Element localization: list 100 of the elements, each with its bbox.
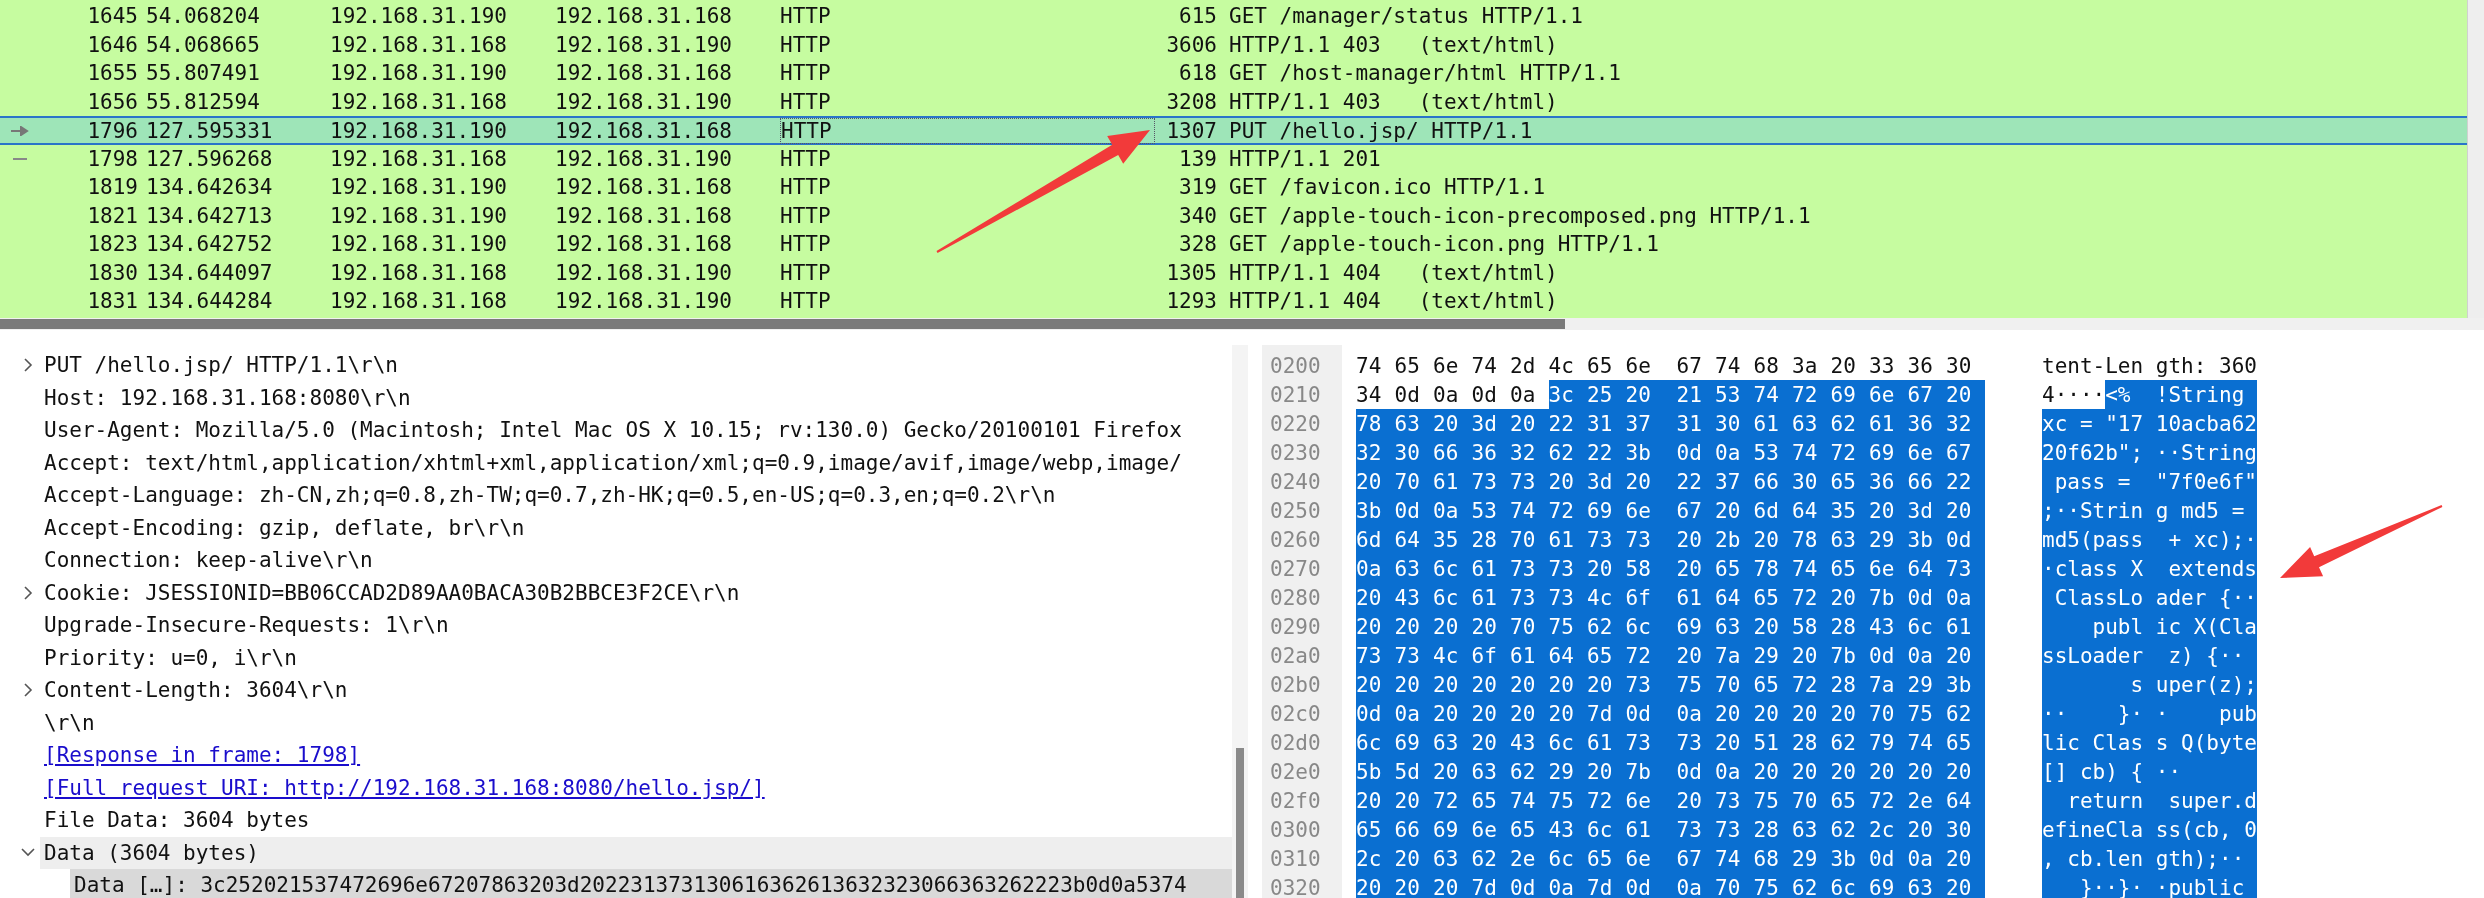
detail-item[interactable]: Upgrade-Insecure-Requests: 1\r\n [40, 609, 1232, 642]
hex-byte: 69 [1433, 815, 1472, 844]
hex-byte: 73 [1510, 583, 1549, 612]
hex-byte: 0a [1907, 844, 1946, 873]
ascii-text: efineCla [2042, 815, 2156, 844]
detail-item[interactable]: Connection: keep-alive\r\n [40, 544, 1232, 577]
hex-byte: 74 [1356, 352, 1383, 380]
detail-item[interactable]: File Data: 3604 bytes [40, 804, 1232, 837]
hex-byte: 20 [1356, 786, 1395, 815]
hex-byte: 61 [1676, 583, 1715, 612]
hex-byte: 74 [1792, 438, 1831, 467]
detail-item[interactable]: Accept-Encoding: gzip, deflate, br\r\n [40, 511, 1232, 544]
detail-item[interactable]: PUT /hello.jsp/ HTTP/1.1\r\n [40, 349, 1232, 382]
packet-row[interactable]: 1821 134.642713 192.168.31.190 192.168.31.168 HTTP 340 GET /apple-touch-icon-precomposed.png HTTP/1.1 [0, 201, 2467, 230]
hex-byte: 32 [1510, 438, 1549, 467]
hex-byte: 61 [1753, 409, 1792, 438]
detail-item[interactable]: Accept-Language: zh-CN,zh;q=0.8,zh-TW;q=0.7,zh-HK;q=0.5,en-US;q=0.3,en;q=0.2\r\n [40, 479, 1232, 512]
packet-source: 192.168.31.190 [330, 60, 508, 88]
hex-byte: 67 [1907, 380, 1946, 409]
frame-link[interactable]: [Full request URI: http://192.168.31.168:8080/hello.jsp/] [44, 775, 765, 800]
hex-byte: 69 [1676, 612, 1715, 641]
packet-time: 134.642752 [145, 231, 274, 259]
scrollbar[interactable] [2467, 0, 2484, 318]
hex-byte: 20 [1907, 815, 1946, 844]
packet-row[interactable]: 1798 127.596268 192.168.31.168 192.168.31.190 HTTP 139 HTTP/1.1 201 [0, 144, 2467, 173]
hex-byte: 64 [1946, 786, 1985, 815]
detail-item[interactable]: Priority: u=0, i\r\n [40, 641, 1232, 674]
hex-offset: 0320 [1269, 875, 1321, 898]
packet-row[interactable]: 1831 134.644284 192.168.31.168 192.168.31.190 HTTP 1293 HTTP/1.1 404 (text/html) [0, 287, 2467, 316]
packet-time: 54.068665 [145, 31, 261, 59]
hex-byte: 70 [1869, 699, 1908, 728]
packet-row[interactable]: 1645 54.068204 192.168.31.190 192.168.31.168 HTTP 615 GET /manager/status HTTP/1.1 [0, 2, 2467, 31]
hex-offset: 02a0 [1269, 643, 1321, 668]
detail-item[interactable]: \r\n [40, 706, 1232, 739]
hex-byte: 72 [1830, 438, 1869, 467]
hex-byte: 35 [1830, 496, 1869, 525]
packet-length: 340 [1178, 202, 1217, 230]
packet-row[interactable]: 1796 127.595331 192.168.31.190 192.168.31.168 HTTP 1307 PUT /hello.jsp/ HTTP/1.1 [0, 116, 2467, 145]
packet-destination: 192.168.31.190 [555, 145, 733, 173]
hex-byte: 73 [1510, 554, 1549, 583]
hex-byte: 72 [1869, 786, 1908, 815]
hex-byte: 43 [1548, 815, 1587, 844]
packet-row[interactable]: 1823 134.642752 192.168.31.190 192.168.31.168 HTTP 328 GET /apple-touch-icon.png HTTP/1.1 [0, 230, 2467, 259]
hex-byte: 64 [1394, 525, 1433, 554]
hex-byte: 20 [1356, 873, 1395, 898]
scrollbar[interactable] [1232, 345, 1248, 898]
packet-row[interactable]: 1655 55.807491 192.168.31.190 192.168.31.168 HTTP 618 GET /host-manager/html HTTP/1.1 [0, 59, 2467, 88]
hex-byte: 20 [1471, 699, 1510, 728]
packet-info: GET /apple-touch-icon.png HTTP/1.1 [1228, 231, 1660, 259]
hex-byte: 7a [1869, 670, 1908, 699]
hex-byte: 20 [1830, 757, 1869, 786]
hex-byte: 20 [1946, 757, 1985, 786]
chevron-right-icon[interactable] [23, 585, 33, 600]
packet-row[interactable]: 1646 54.068665 192.168.31.168 192.168.31.190 HTTP 3606 HTTP/1.1 403 (text/html) [0, 30, 2467, 59]
hex-byte: 74 [1471, 352, 1498, 380]
hex-byte: 6e [1471, 815, 1510, 844]
hex-byte: 7d [1587, 699, 1626, 728]
hex-byte: 62 [1830, 409, 1869, 438]
hex-byte: 20 [1433, 757, 1472, 786]
packet-info: GET /host-manager/html HTTP/1.1 [1228, 60, 1622, 88]
hex-byte: 64 [1715, 583, 1754, 612]
hex-byte: 0a [1676, 699, 1715, 728]
packet-row[interactable]: 1830 134.644097 192.168.31.168 192.168.31.190 HTTP 1305 HTTP/1.1 404 (text/html) [0, 258, 2467, 287]
packet-destination: 192.168.31.190 [555, 88, 733, 116]
hex-byte: 0a [1548, 873, 1587, 898]
packet-row[interactable]: 1656 55.812594 192.168.31.168 192.168.31.190 HTTP 3208 HTTP/1.1 403 (text/html) [0, 87, 2467, 116]
chevron-right-icon[interactable] [23, 358, 33, 373]
hex-byte: 29 [1792, 844, 1831, 873]
hex-byte: 65 [1753, 583, 1792, 612]
detail-item[interactable]: Data (3604 bytes) [40, 836, 1232, 869]
packet-row[interactable]: 1819 134.642634 192.168.31.190 192.168.31.168 HTTP 319 GET /favicon.ico HTTP/1.1 [0, 173, 2467, 202]
horizontal-scrollbar[interactable] [0, 318, 2484, 330]
hex-byte: 20 [1356, 583, 1395, 612]
hex-offset: 02b0 [1269, 672, 1321, 697]
detail-item[interactable]: Host: 192.168.31.168:8080\r\n [40, 381, 1232, 414]
hex-offset: 0280 [1269, 585, 1321, 610]
packet-protocol: HTTP [780, 60, 832, 88]
chevron-right-icon[interactable] [23, 683, 33, 698]
detail-item[interactable]: Content-Length: 3604\r\n [40, 674, 1232, 707]
hex-byte: 65 [1830, 786, 1869, 815]
hex-byte: 73 [1471, 467, 1510, 496]
frame-link[interactable]: [Response in frame: 1798] [44, 743, 361, 768]
detail-item[interactable]: User-Agent: Mozilla/5.0 (Macintosh; Intel Mac OS X 10.15; rv:130.0) Gecko/20100101 Firefox [40, 414, 1232, 447]
hex-byte: 20 [1830, 352, 1857, 380]
hex-byte: 20 [1830, 699, 1869, 728]
hex-byte: 53 [1471, 496, 1510, 525]
hex-byte: 78 [1753, 554, 1792, 583]
hex-byte: 35 [1433, 525, 1472, 554]
detail-item[interactable]: Data […]: 3c252021537472696e67207863203d202231373130616362613632323066363262223b0d0a5374 [70, 869, 1232, 898]
hex-offset: 02f0 [1269, 788, 1321, 813]
hex-byte: 6e [1625, 844, 1677, 873]
hex-byte: 31 [1676, 409, 1715, 438]
detail-item[interactable]: Cookie: JSESSIONID=BB06CCAD2D89AA0BACA30B2BBCE3F2CE\r\n [40, 576, 1232, 609]
packet-number: 1796 [86, 118, 138, 144]
detail-item[interactable]: Accept: text/html,application/xhtml+xml,application/xml;q=0.9,image/avif,image/webp,image/ [40, 446, 1232, 479]
hex-byte: 65 [1587, 641, 1626, 670]
chevron-down-icon[interactable] [21, 848, 35, 858]
hex-byte: 22 [1548, 409, 1587, 438]
hex-byte: 72 [1587, 786, 1626, 815]
ascii-text: z) {·· [2155, 641, 2257, 670]
